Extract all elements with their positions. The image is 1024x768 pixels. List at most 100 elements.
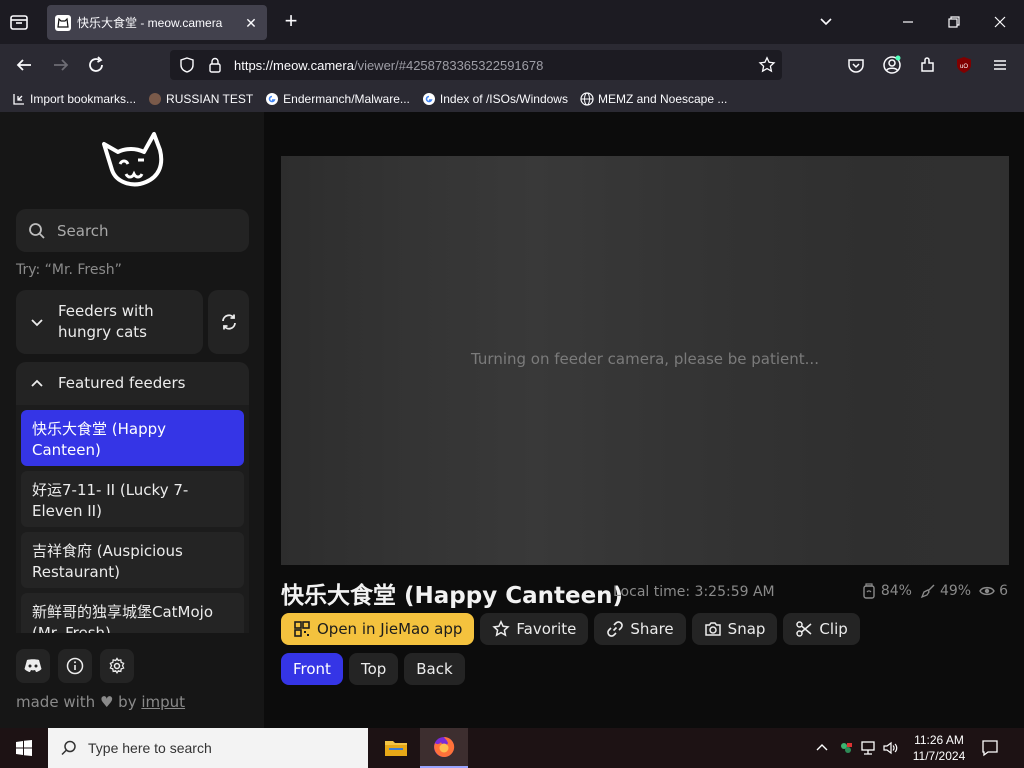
chevron-up-icon: [31, 379, 43, 387]
bookmark-russian-test[interactable]: RUSSIAN TEST: [148, 92, 253, 106]
feeder-search[interactable]: [16, 209, 249, 252]
view-front-button[interactable]: Front: [281, 653, 343, 685]
info-button[interactable]: [58, 649, 92, 683]
restore-icon[interactable]: [944, 12, 964, 32]
share-button[interactable]: Share: [594, 613, 686, 645]
ublock-icon[interactable]: uO: [954, 55, 974, 75]
pocket-icon[interactable]: [846, 55, 866, 75]
lock-icon[interactable]: [206, 56, 224, 74]
taskbar-search[interactable]: Type here to search: [48, 728, 368, 768]
group-hungry-cats[interactable]: Feeders with hungry cats: [16, 290, 203, 354]
viewer-count: 6: [979, 583, 1008, 599]
minimize-icon[interactable]: [898, 12, 918, 32]
bookmark-isos[interactable]: Index of /ISOs/Windows: [422, 92, 568, 106]
tray-overflow-chevron-icon[interactable]: [814, 740, 830, 756]
tab-list-icon[interactable]: [8, 11, 30, 33]
clock-date: 11/7/2024: [912, 749, 966, 763]
forward-arrow-icon[interactable]: [50, 54, 72, 76]
meow-camera-logo[interactable]: [98, 130, 168, 194]
camera-view-selector: Front Top Back: [281, 653, 465, 685]
tab-overflow-chevron-icon[interactable]: [816, 12, 836, 32]
food-bag-icon: [863, 583, 875, 599]
url-bar[interactable]: https://meow.camera/viewer/#425878336532…: [170, 50, 782, 80]
bookmark-memz[interactable]: MEMZ and Noescape ...: [580, 92, 727, 106]
bookmark-star-icon[interactable]: [758, 56, 776, 74]
system-tray: [814, 728, 898, 768]
new-tab-button[interactable]: +: [280, 10, 302, 33]
active-tab[interactable]: 快乐大食堂 - meow.camera ✕: [47, 5, 267, 40]
menu-hamburger-icon[interactable]: [990, 55, 1010, 75]
open-in-app-button[interactable]: Open in JieMao app: [281, 613, 475, 645]
firefox-icon: [434, 736, 455, 757]
start-button[interactable]: [0, 728, 48, 768]
feeder-item-auspicious-restaurant[interactable]: 吉祥食府 (Auspicious Restaurant): [21, 532, 244, 588]
url-text: https://meow.camera/viewer/#425878336532…: [234, 58, 543, 73]
cleanliness-value: 49%: [939, 583, 972, 599]
bookmark-endermanch[interactable]: Endermanch/Malware...: [265, 92, 410, 106]
extensions-icon[interactable]: [918, 55, 938, 75]
search-icon: [61, 740, 76, 756]
refresh-button[interactable]: [208, 290, 249, 354]
credit-by: by: [118, 693, 137, 711]
reload-icon[interactable]: [85, 54, 107, 76]
taskbar-file-explorer[interactable]: [372, 728, 420, 768]
folder-icon: [385, 741, 407, 756]
globe-icon: [580, 92, 594, 106]
feeder-item-lucky-7-eleven[interactable]: 好运7-11- II (Lucky 7-Eleven II): [21, 471, 244, 527]
volume-icon[interactable]: [882, 740, 898, 756]
favorite-button[interactable]: Favorite: [480, 613, 589, 645]
chevron-down-icon: [31, 319, 43, 327]
view-back-button[interactable]: Back: [404, 653, 465, 685]
bookmark-label: Import bookmarks...: [30, 92, 137, 106]
network-icon[interactable]: [860, 740, 876, 756]
scissors-icon: [796, 621, 812, 637]
clip-button[interactable]: Clip: [783, 613, 860, 645]
search-icon: [29, 222, 45, 239]
share-label: Share: [630, 620, 674, 638]
refresh-icon: [221, 314, 236, 330]
tab-close-icon[interactable]: ✕: [243, 15, 259, 31]
local-time: Local time: 3:25:59 AM: [613, 584, 775, 600]
gear-icon: [109, 657, 125, 674]
camera-video-player[interactable]: Turning on feeder camera, please be pati…: [281, 156, 1009, 565]
loading-message: Turning on feeder camera, please be pati…: [471, 350, 819, 368]
taskbar-clock[interactable]: 11:26 AM 11/7/2024: [906, 732, 972, 764]
bookmark-label: Endermanch/Malware...: [283, 92, 410, 106]
feeder-item-mr-fresh[interactable]: 新鲜哥的独享城堡CatMojo (Mr. Fresh): [21, 593, 244, 633]
clip-label: Clip: [819, 620, 848, 638]
favorite-label: Favorite: [516, 620, 577, 638]
search-input[interactable]: [57, 221, 237, 240]
taskbar-search-placeholder: Type here to search: [88, 740, 212, 756]
cat-favicon-icon: [55, 14, 71, 31]
import-icon: [13, 94, 24, 105]
bookmark-import[interactable]: Import bookmarks...: [12, 92, 136, 106]
feeder-item-happy-canteen[interactable]: 快乐大食堂 (Happy Canteen): [21, 410, 244, 466]
browser-navbar: https://meow.camera/viewer/#425878336532…: [0, 44, 1024, 86]
window-close-icon[interactable]: [990, 12, 1010, 32]
notification-center-icon[interactable]: [980, 738, 1000, 758]
feeder-stats: 84% 49% 6: [861, 583, 1008, 599]
food-level: 84%: [861, 583, 912, 599]
account-icon[interactable]: [882, 55, 902, 75]
taskbar-firefox[interactable]: [420, 728, 468, 768]
tray-app-icon[interactable]: [838, 740, 854, 756]
star-icon: [492, 620, 511, 637]
snap-button[interactable]: Snap: [691, 613, 778, 645]
view-top-button[interactable]: Top: [348, 653, 399, 685]
group-featured-feeders[interactable]: Featured feeders: [16, 362, 249, 405]
credit-line: made with ♥ by imput: [16, 693, 185, 711]
back-arrow-icon[interactable]: [13, 54, 35, 76]
bookmark-label: RUSSIAN TEST: [166, 92, 254, 106]
action-bar: Open in JieMao app Favorite Share Snap C…: [281, 613, 860, 645]
camera-icon: [704, 622, 721, 636]
credit-prefix: made with: [16, 693, 96, 711]
broom-icon: [920, 584, 935, 599]
page-content: Try: “Mr. Fresh” Feeders with hungry cat…: [0, 112, 1024, 728]
bookmark-label: Index of /ISOs/Windows: [439, 92, 568, 106]
feeder-list[interactable]: 快乐大食堂 (Happy Canteen) 好运7-11- II (Lucky …: [16, 405, 249, 633]
imput-link[interactable]: imput: [141, 693, 185, 711]
discord-button[interactable]: [16, 649, 50, 683]
settings-button[interactable]: [100, 649, 134, 683]
tracking-shield-icon[interactable]: [178, 56, 196, 74]
open-in-app-label: Open in JieMao app: [317, 620, 463, 638]
